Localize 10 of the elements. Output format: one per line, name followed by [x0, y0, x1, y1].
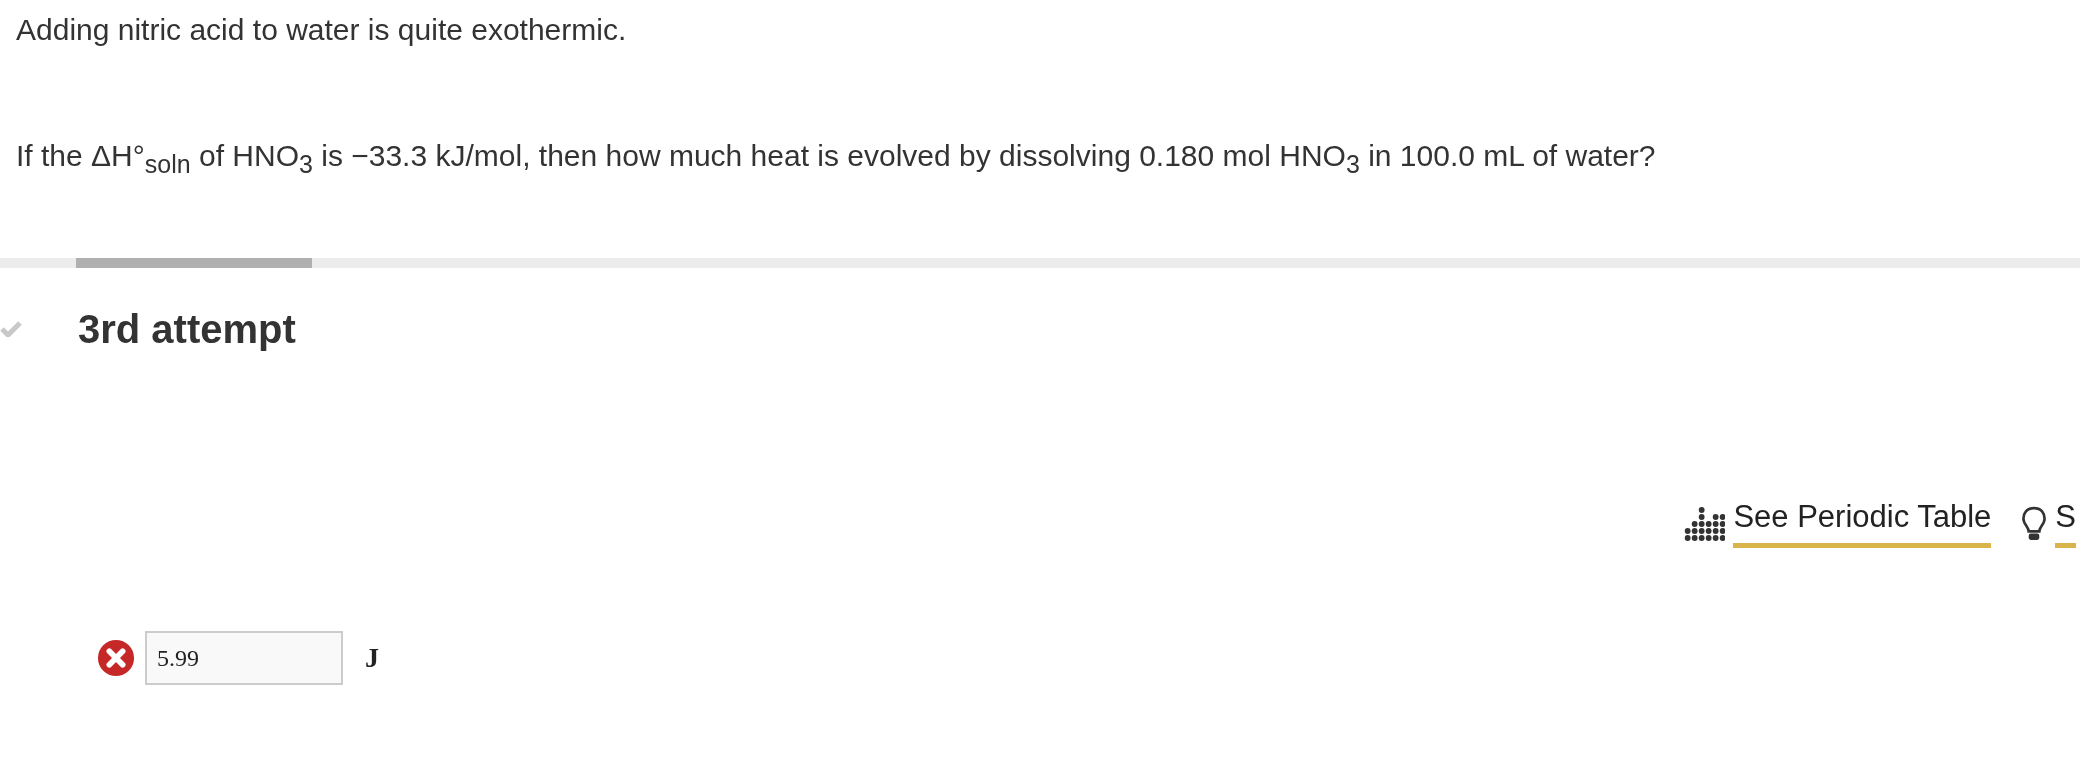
answer-field[interactable]: 5.99	[145, 631, 343, 685]
link[interactable]: See Periodic Table	[1733, 499, 1992, 548]
periodic-table-icon	[1683, 505, 1726, 542]
check-icon	[0, 321, 22, 337]
lightbulb-icon	[2021, 505, 2048, 542]
unit-label: J	[365, 642, 379, 674]
question-text: If the ΔH°$_{soln}$ of HNO$_{3}$ is −33.3 kJ/mol, then how much heat is evolved by dissolving 0.180 mol HNO$_{3}$ in 100.0 mL of water?	[16, 138, 1656, 180]
intro-text: Adding nitric acid to water is quite exothermic.	[15, 12, 627, 48]
link[interactable]: S	[2055, 499, 2076, 548]
attempt-heading: 3rd attempt	[78, 306, 296, 352]
